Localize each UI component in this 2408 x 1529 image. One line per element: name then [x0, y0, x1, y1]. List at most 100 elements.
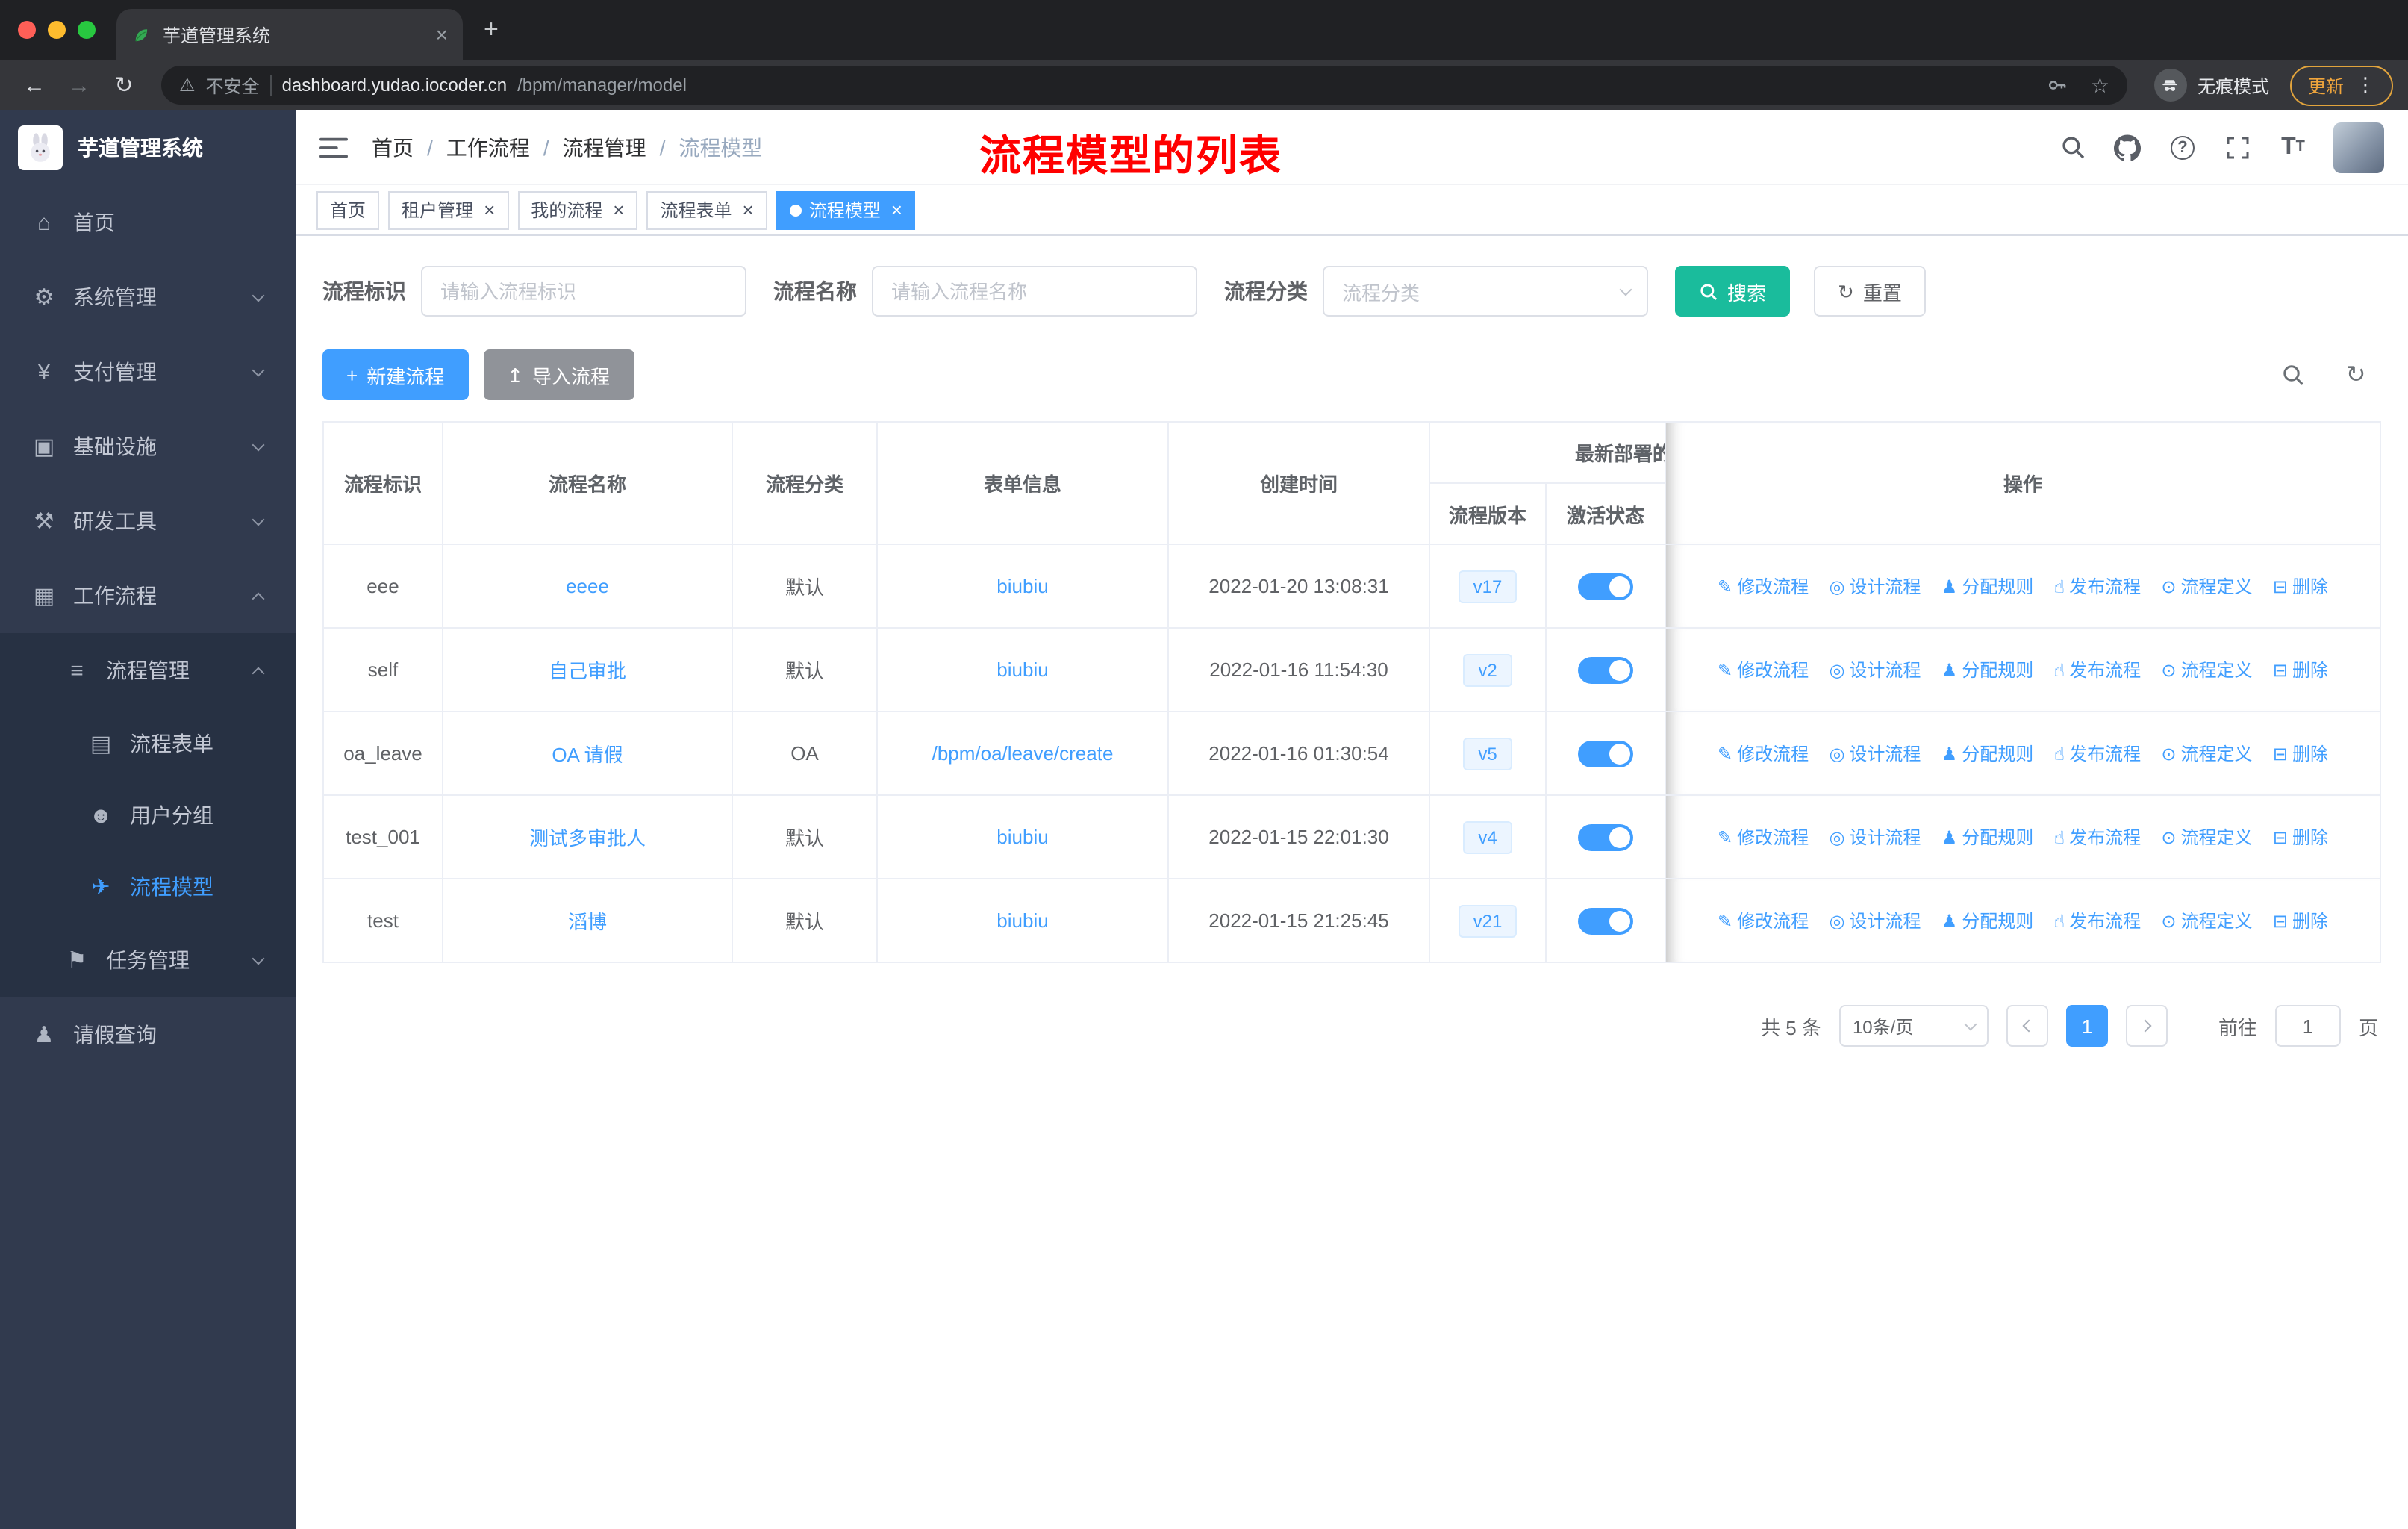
process-category-select[interactable]: 流程分类: [1323, 266, 1648, 317]
page-size-select[interactable]: 10条/页: [1838, 1005, 1989, 1047]
breadcrumb-workflow[interactable]: 工作流程: [446, 132, 530, 162]
delete-action[interactable]: ⊟ 删除: [2273, 824, 2328, 850]
design-process-action[interactable]: ◎ 设计流程: [1829, 657, 1921, 682]
version-badge[interactable]: v2: [1463, 653, 1512, 686]
breadcrumb-home[interactable]: 首页: [372, 132, 414, 162]
process-definition-action[interactable]: ⊙ 流程定义: [2161, 657, 2252, 682]
reset-button[interactable]: ↻ 重置: [1814, 266, 1926, 317]
security-label[interactable]: 不安全: [206, 72, 260, 98]
next-page-button[interactable]: [2125, 1005, 2168, 1047]
version-badge[interactable]: v4: [1463, 820, 1512, 853]
assign-rule-action[interactable]: ♟ 分配规则: [1941, 741, 2034, 766]
sidebar-item-system-management[interactable]: ⚙ 系统管理: [0, 260, 296, 334]
search-button[interactable]: 搜索: [1675, 266, 1791, 317]
sidebar-collapse-icon[interactable]: [319, 135, 348, 159]
process-name-link[interactable]: OA 请假: [552, 744, 623, 766]
assign-rule-action[interactable]: ♟ 分配规则: [1941, 657, 2034, 682]
version-badge[interactable]: v5: [1463, 737, 1512, 770]
import-process-button[interactable]: ↥ 导入流程: [483, 349, 634, 400]
form-info-link[interactable]: biubiu: [996, 909, 1048, 932]
delete-action[interactable]: ⊟ 删除: [2273, 657, 2328, 682]
sidebar-item-workflow[interactable]: ▦ 工作流程: [0, 558, 296, 633]
form-info-link[interactable]: biubiu: [996, 826, 1048, 848]
modify-process-action[interactable]: ✎ 修改流程: [1718, 573, 1809, 599]
sidebar-item-leave-query[interactable]: ♟ 请假查询: [0, 997, 296, 1072]
sidebar-item-payment-management[interactable]: ¥ 支付管理: [0, 334, 296, 409]
search-icon[interactable]: [2280, 361, 2306, 388]
process-id-input[interactable]: [421, 266, 746, 317]
publish-process-action[interactable]: ☝ 发布流程: [2054, 908, 2142, 933]
prev-page-button[interactable]: [2006, 1005, 2048, 1047]
tag-process-form[interactable]: 流程表单 ×: [646, 190, 767, 229]
process-name-link[interactable]: 测试多审批人: [529, 827, 646, 850]
back-icon[interactable]: ←: [15, 72, 54, 98]
process-name-link[interactable]: 自己审批: [549, 660, 626, 682]
close-icon[interactable]: ×: [484, 200, 495, 219]
create-process-button[interactable]: + 新建流程: [322, 349, 469, 400]
tag-home[interactable]: 首页: [316, 190, 380, 229]
publish-process-action[interactable]: ☝ 发布流程: [2054, 824, 2142, 850]
window-zoom-button[interactable]: [78, 21, 96, 39]
active-toggle[interactable]: [1578, 907, 1633, 934]
window-close-button[interactable]: [18, 21, 36, 39]
tab-close-icon[interactable]: ×: [436, 22, 448, 46]
sidebar-item-user-group[interactable]: ☻ 用户分组: [0, 779, 296, 851]
form-info-link[interactable]: biubiu: [996, 658, 1048, 681]
fullscreen-icon[interactable]: [2223, 132, 2253, 162]
assign-rule-action[interactable]: ♟ 分配规则: [1941, 824, 2034, 850]
version-badge[interactable]: v17: [1458, 570, 1518, 602]
browser-tab[interactable]: 芋道管理系统 ×: [116, 9, 463, 60]
design-process-action[interactable]: ◎ 设计流程: [1829, 824, 1921, 850]
sidebar-item-dev-tools[interactable]: ⚒ 研发工具: [0, 484, 296, 558]
close-icon[interactable]: ×: [743, 200, 754, 219]
forward-icon[interactable]: →: [60, 72, 99, 98]
sidebar-item-process-management[interactable]: ≡ 流程管理: [0, 633, 296, 708]
tag-tenant-management[interactable]: 租户管理 ×: [388, 190, 509, 229]
design-process-action[interactable]: ◎ 设计流程: [1829, 908, 1921, 933]
tag-my-process[interactable]: 我的流程 ×: [517, 190, 638, 229]
reload-icon[interactable]: ↻: [105, 72, 143, 99]
window-minimize-button[interactable]: [48, 21, 66, 39]
delete-action[interactable]: ⊟ 删除: [2273, 741, 2328, 766]
form-info-link[interactable]: /bpm/oa/leave/create: [932, 742, 1114, 764]
modify-process-action[interactable]: ✎ 修改流程: [1718, 741, 1809, 766]
version-badge[interactable]: v21: [1458, 904, 1518, 937]
delete-action[interactable]: ⊟ 删除: [2273, 908, 2328, 933]
publish-process-action[interactable]: ☝ 发布流程: [2054, 657, 2142, 682]
process-name-link[interactable]: eeee: [566, 575, 609, 597]
close-icon[interactable]: ×: [613, 200, 624, 219]
breadcrumb-process-management[interactable]: 流程管理: [563, 132, 646, 162]
github-icon[interactable]: [2112, 132, 2142, 162]
process-definition-action[interactable]: ⊙ 流程定义: [2161, 573, 2252, 599]
assign-rule-action[interactable]: ♟ 分配规则: [1941, 908, 2034, 933]
refresh-icon[interactable]: ↻: [2342, 361, 2369, 388]
active-toggle[interactable]: [1578, 573, 1633, 600]
modify-process-action[interactable]: ✎ 修改流程: [1718, 657, 1809, 682]
design-process-action[interactable]: ◎ 设计流程: [1829, 741, 1921, 766]
bookmark-star-icon[interactable]: ☆: [2091, 72, 2109, 98]
sidebar-item-home[interactable]: ⌂ 首页: [0, 185, 296, 260]
address-bar[interactable]: ⚠ 不安全 dashboard.yudao.iocoder.cn/bpm/man…: [161, 66, 2127, 105]
app-logo[interactable]: 芋道管理系统: [0, 110, 296, 185]
process-definition-action[interactable]: ⊙ 流程定义: [2161, 824, 2252, 850]
process-name-link[interactable]: 滔博: [568, 911, 607, 933]
form-info-link[interactable]: biubiu: [996, 575, 1048, 597]
process-name-input[interactable]: [872, 266, 1197, 317]
tag-process-model[interactable]: 流程模型 ×: [776, 190, 916, 229]
font-size-icon[interactable]: TT: [2278, 132, 2308, 162]
publish-process-action[interactable]: ☝ 发布流程: [2054, 573, 2142, 599]
user-avatar[interactable]: [2333, 122, 2384, 172]
key-icon[interactable]: [2043, 70, 2073, 100]
close-icon[interactable]: ×: [891, 200, 902, 219]
publish-process-action[interactable]: ☝ 发布流程: [2054, 741, 2142, 766]
help-icon[interactable]: ?: [2168, 132, 2198, 162]
process-definition-action[interactable]: ⊙ 流程定义: [2161, 741, 2252, 766]
search-icon[interactable]: [2057, 132, 2087, 162]
modify-process-action[interactable]: ✎ 修改流程: [1718, 908, 1809, 933]
process-definition-action[interactable]: ⊙ 流程定义: [2161, 908, 2252, 933]
sidebar-item-task-management[interactable]: ⚑ 任务管理: [0, 923, 296, 997]
design-process-action[interactable]: ◎ 设计流程: [1829, 573, 1921, 599]
delete-action[interactable]: ⊟ 删除: [2273, 573, 2328, 599]
assign-rule-action[interactable]: ♟ 分配规则: [1941, 573, 2034, 599]
sidebar-item-infrastructure[interactable]: ▣ 基础设施: [0, 409, 296, 484]
